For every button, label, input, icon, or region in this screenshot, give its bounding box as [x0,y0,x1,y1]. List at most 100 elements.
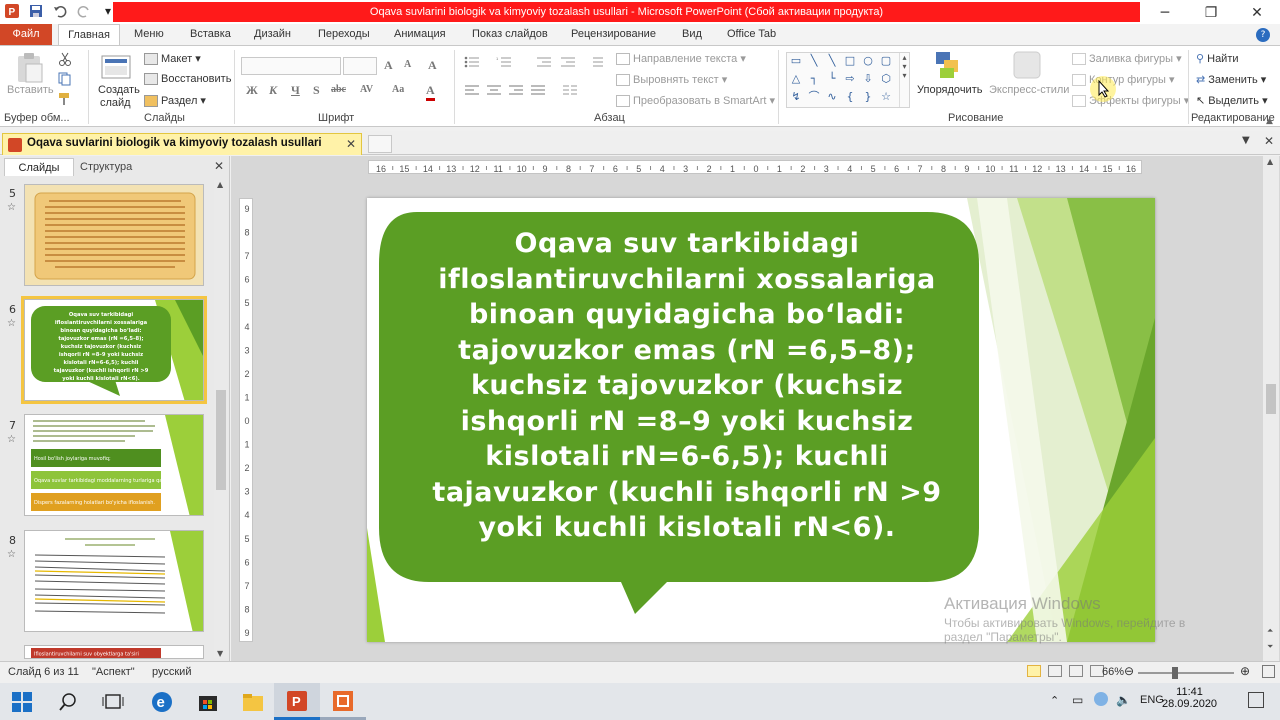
arrange-button[interactable]: Упорядочить [917,84,982,96]
slide-sorter-icon[interactable] [1048,665,1062,677]
network-icon[interactable]: ▭ [1072,693,1083,707]
arc-shape-icon[interactable]: ⌒ [807,91,821,103]
zoom-out-icon[interactable]: ⊖ [1124,664,1134,678]
tab-view[interactable]: Вид [682,24,702,46]
zoom-slider-knob[interactable] [1172,667,1178,679]
tab-animation[interactable]: Анимация [394,24,446,46]
quick-styles-button[interactable]: Экспресс-стили [989,84,1069,96]
align-left-icon[interactable] [464,84,480,99]
arrow-right-shape-icon[interactable]: ⇨ [843,73,857,85]
bold-button[interactable]: Ж [246,83,258,98]
editor-scrollbar[interactable]: ▲ ⏶ ⏷ [1263,156,1279,661]
shadow-button[interactable]: S [313,83,320,98]
rectangle-shape-icon[interactable]: □ [843,55,857,67]
new-slide-label[interactable]: Создать [98,84,140,96]
layout-button[interactable]: Макет ▾ [144,52,201,66]
search-icon[interactable] [58,692,84,718]
font-size-combo[interactable] [343,57,377,75]
current-slide[interactable]: Oqava suv tarkibidagi ifloslantiruvchila… [367,198,1155,642]
microsoft-store-icon[interactable] [196,690,222,716]
line-shape-icon[interactable]: ╲ [807,55,821,67]
curve-shape-icon[interactable]: ↯ [789,91,803,103]
gallery-scroll[interactable]: ▴ ▾ ▾ [899,53,909,107]
new-tab-button[interactable] [368,135,392,153]
elbow-connector-icon[interactable]: ┐ [807,73,821,85]
arrange-icon[interactable] [934,50,966,82]
tray-app-icon[interactable] [1094,692,1108,706]
fit-slide-icon[interactable] [1262,665,1275,678]
bullets-icon[interactable] [464,56,480,71]
document-tab[interactable]: Oqava suvlarini biologik va kimyoviy toz… [2,133,362,155]
reading-view-icon[interactable] [1069,665,1083,677]
grow-font-icon[interactable]: A [384,58,393,73]
tab-office-tab[interactable]: Office Tab [727,24,776,46]
tab-slides[interactable]: Слайды [4,158,74,176]
clock[interactable]: 11:41 28.09.2020 [1162,686,1217,710]
triangle-shape-icon[interactable]: △ [789,73,803,85]
tab-design[interactable]: Дизайн [254,24,291,46]
document-tab-close-icon[interactable]: ✕ [346,137,356,151]
edge-browser-icon[interactable]: e [150,690,176,716]
zoom-slider[interactable] [1138,672,1234,674]
tab-menu[interactable]: Меню [134,24,164,46]
select-button[interactable]: ↖ Выделить ▾ [1196,94,1268,107]
section-button[interactable]: Раздел ▾ [144,94,206,108]
shapes-gallery[interactable]: ▭ ╲ ╲ □ ○ ▢ △ ┐ └ ⇨ ⇩ ⬡ ↯ ⌒ ∿ { } ☆ ▴ ▾ ▾ [786,52,910,108]
slides-panel-scrollbar[interactable]: ▲ ▼ [214,180,228,658]
quick-styles-icon[interactable] [1012,50,1044,82]
replace-button[interactable]: ⇄ Заменить ▾ [1196,73,1266,86]
brace-shape-icon[interactable]: } [861,91,875,103]
tab-file[interactable]: Файл [0,24,52,46]
slideshow-taskbar-icon[interactable] [331,689,357,715]
line-shape-icon[interactable]: ╲ [825,55,839,67]
redo-icon[interactable] [76,3,92,19]
columns-icon[interactable] [562,84,578,99]
language-indicator[interactable]: русский [152,666,191,678]
textbox-shape-icon[interactable]: ▭ [789,55,803,67]
minimize-button[interactable]: ─ [1142,0,1188,26]
new-slide-icon[interactable] [100,52,132,84]
zoom-in-icon[interactable]: ⊕ [1240,664,1250,678]
help-icon[interactable]: ? [1256,28,1270,42]
close-document-icon[interactable]: ✕ [1264,134,1274,148]
collapse-ribbon-icon[interactable]: ▲ [1266,116,1273,126]
notifications-icon[interactable] [1248,692,1264,708]
save-icon[interactable] [28,3,44,19]
file-explorer-icon[interactable] [241,690,267,716]
new-slide-label-2[interactable]: слайд [100,97,131,109]
find-button[interactable]: ⚲ Найти [1196,52,1239,65]
tab-list-dropdown-icon[interactable]: ▼ [1242,135,1250,146]
panel-close-icon[interactable]: ✕ [214,159,224,173]
copy-icon[interactable] [58,72,76,89]
scroll-down-icon[interactable]: ▼ [217,649,223,658]
format-painter-icon[interactable] [58,92,74,109]
arrow-down-shape-icon[interactable]: ⇩ [861,73,875,85]
smartart-button[interactable]: Преобразовать в SmartArt ▾ [616,94,775,108]
close-button[interactable]: ✕ [1234,0,1280,26]
brace-shape-icon[interactable]: { [843,91,857,103]
align-center-icon[interactable] [486,84,502,99]
slide-thumbnail-6[interactable]: Oqava suv tarkibidagi ifloslantiruvchila… [21,296,207,404]
char-spacing-button[interactable]: AV [360,84,373,95]
cut-icon[interactable] [58,52,72,69]
next-slide-icon[interactable]: ⏷ [1267,642,1273,652]
shape-fill-button[interactable]: Заливка фигуры ▾ [1072,52,1182,66]
elbow-connector-icon[interactable]: └ [825,73,839,85]
normal-view-icon[interactable] [1027,665,1041,677]
restore-button[interactable]: ❐ [1188,0,1234,26]
paste-button[interactable]: Вставить [7,84,54,96]
change-case-button[interactable]: Aa [392,84,404,95]
align-right-icon[interactable] [508,84,524,99]
prev-slide-icon[interactable]: ⏶ [1267,626,1273,636]
powerpoint-taskbar-icon[interactable]: P [285,689,311,715]
task-view-icon[interactable] [102,692,128,718]
flowchart-shape-icon[interactable]: ⬡ [879,73,893,85]
slide-thumbnail-9[interactable]: Ifloslantiruvchilarni suv obyektlarga ta… [24,645,204,659]
slide-thumbnail-8[interactable] [24,530,204,632]
numbering-icon[interactable]: 1 [496,56,512,71]
clear-format-icon[interactable]: A [428,58,437,73]
input-language[interactable]: ENG [1140,694,1164,706]
align-text-button[interactable]: Выровнять текст ▾ [616,73,727,87]
zoom-level[interactable]: 66% [1102,666,1124,678]
text-direction-button[interactable]: Направление текста ▾ [616,52,746,66]
